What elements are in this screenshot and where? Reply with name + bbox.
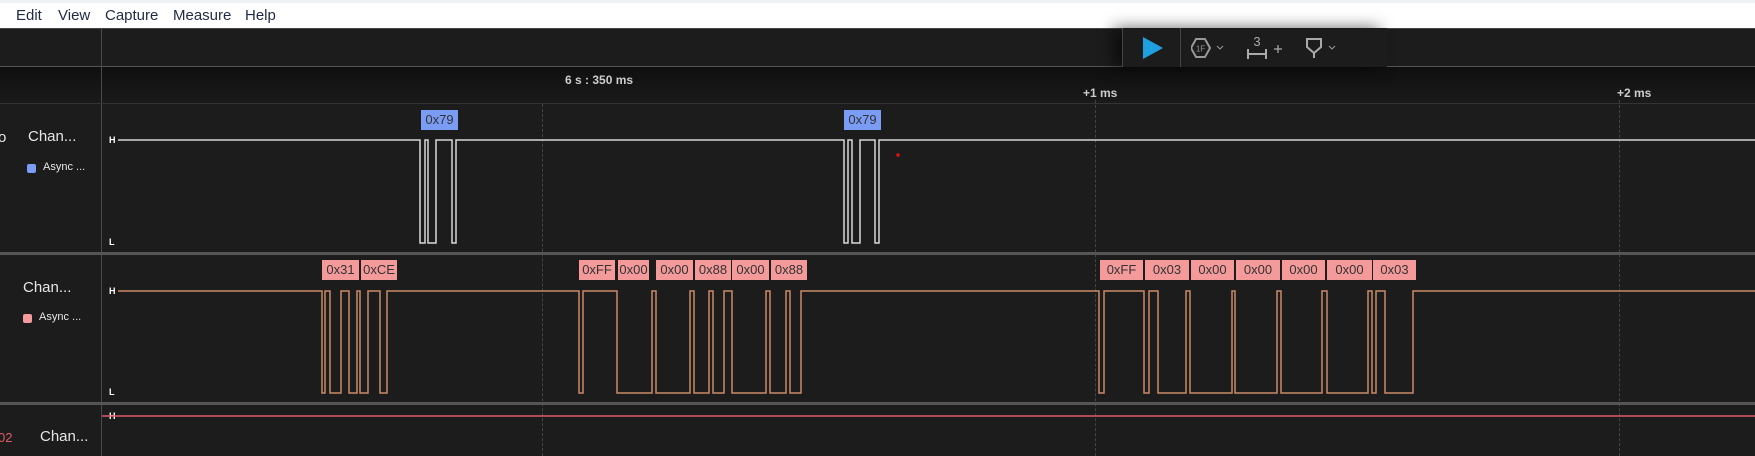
- decoded-frame[interactable]: 0x03: [1145, 260, 1189, 280]
- waveform-area[interactable]: [0, 0, 1755, 456]
- decoded-frame[interactable]: 0x03: [1373, 260, 1416, 280]
- decoded-frame[interactable]: 0x00: [1282, 260, 1325, 280]
- decoded-frame[interactable]: 0x79: [421, 110, 458, 130]
- decoded-frame[interactable]: 0x00: [656, 260, 693, 280]
- decoded-frame[interactable]: 0x88: [695, 260, 731, 280]
- decoded-frame[interactable]: 0x00: [1327, 260, 1372, 280]
- decoded-frame[interactable]: 0x00: [618, 260, 649, 280]
- decoded-frame[interactable]: 0x79: [844, 110, 881, 130]
- channel-0-waveform: [118, 139, 1755, 244]
- decoded-frame[interactable]: 0x31: [322, 260, 359, 280]
- marker-dot: [896, 153, 900, 157]
- decoded-frame[interactable]: 0x88: [771, 260, 807, 280]
- decoded-frame[interactable]: 0x00: [1191, 260, 1234, 280]
- decoded-frame[interactable]: 0xFF: [579, 260, 615, 280]
- channel-1-waveform: [118, 290, 1755, 394]
- decoded-frame[interactable]: 0xCE: [361, 260, 397, 280]
- decoded-frame[interactable]: 0x00: [732, 260, 769, 280]
- decoded-frame[interactable]: 0x00: [1236, 260, 1280, 280]
- decoded-frame[interactable]: 0xFF: [1100, 260, 1143, 280]
